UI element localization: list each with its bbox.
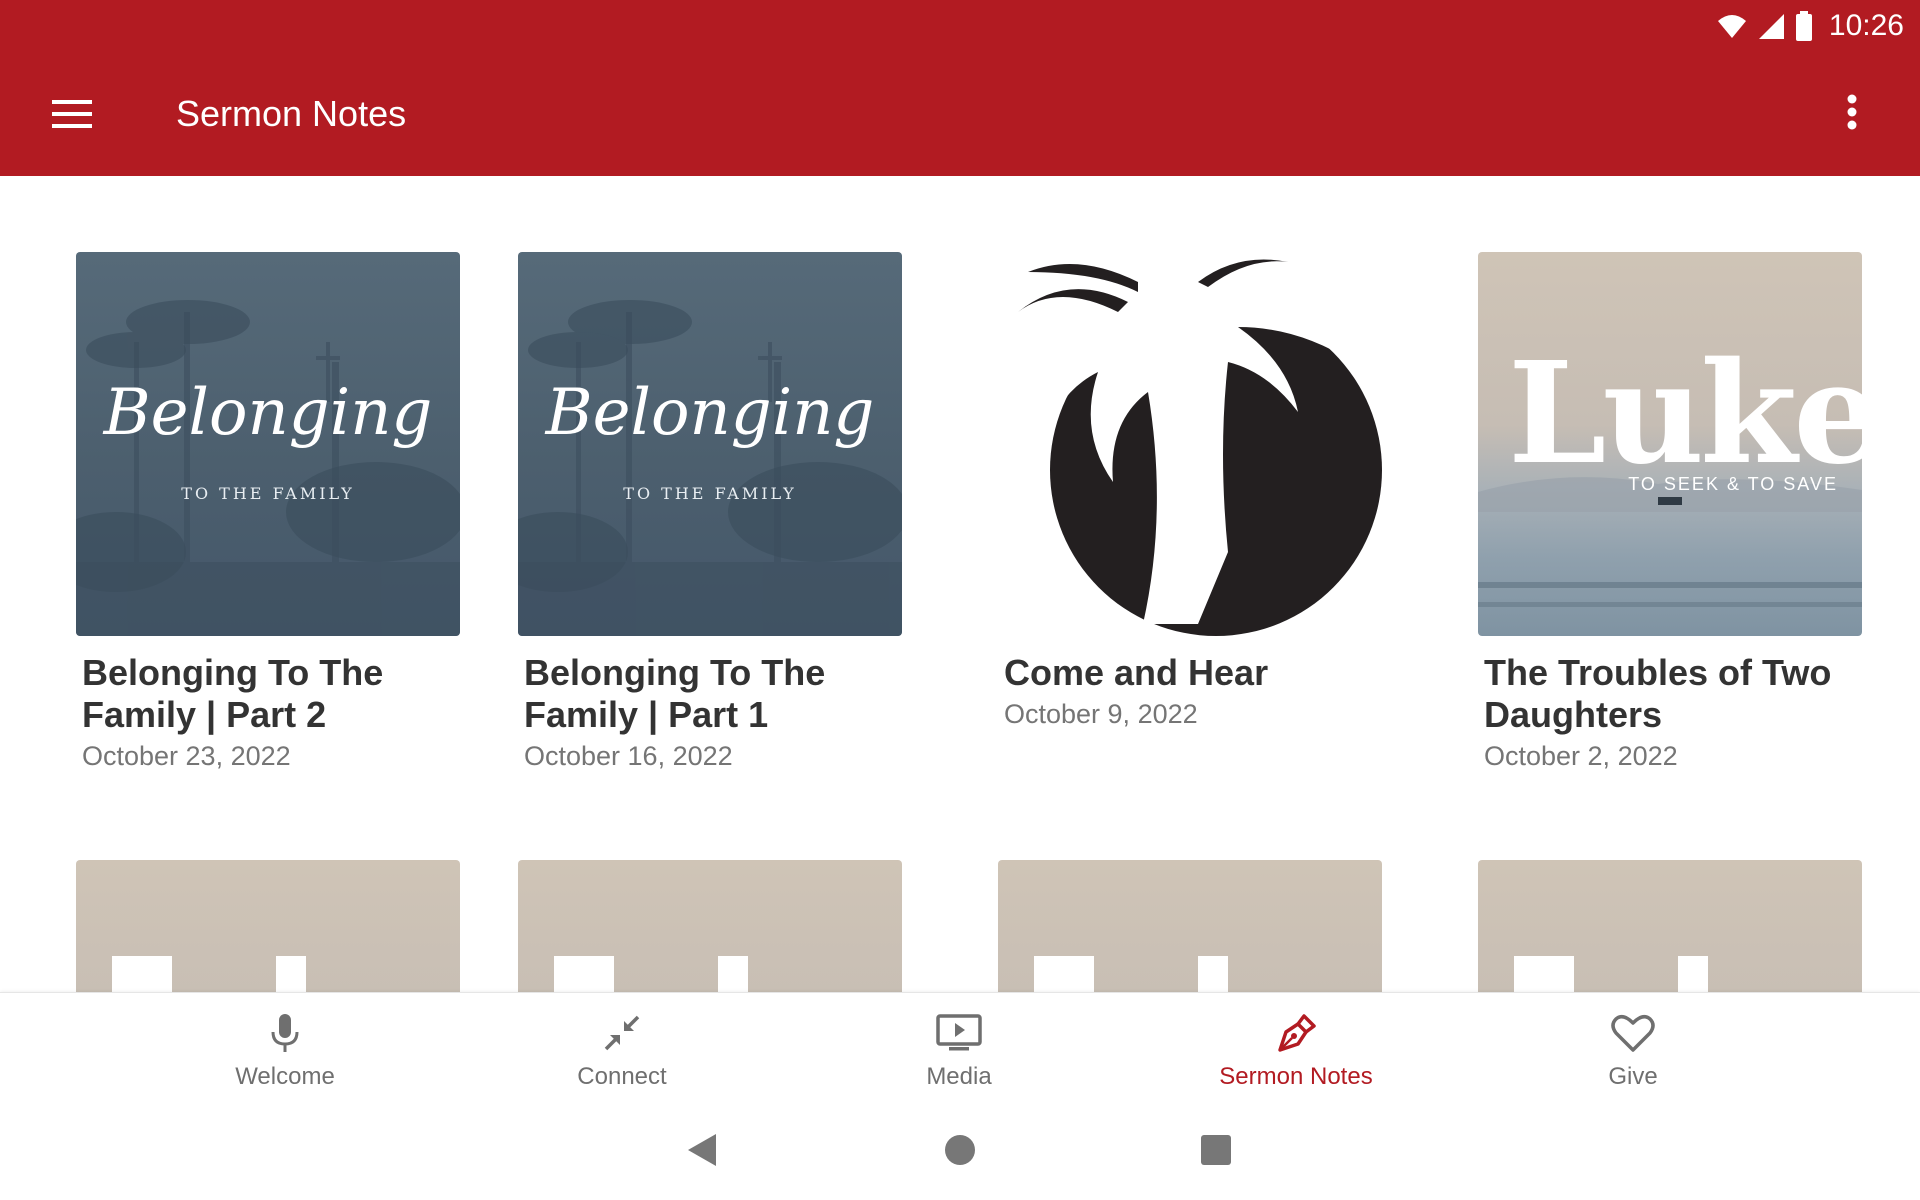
sermon-artwork: Luke TO SEEK & TO SAVE [1478,252,1862,636]
system-navigation-bar [0,1096,1920,1200]
more-vert-icon [1847,94,1857,130]
menu-button[interactable] [40,82,104,146]
sermon-artwork [998,252,1382,636]
nav-item-give[interactable]: Give [1508,993,1758,1097]
sermon-artwork [1478,860,1862,992]
sermon-date: October 23, 2022 [82,741,291,771]
overflow-menu-button[interactable] [1820,88,1884,136]
pen-nib-icon [1272,1011,1320,1055]
artwork-subtitle: TO SEEK & TO SAVE [1628,474,1838,494]
signal-icon [1758,14,1784,39]
home-button[interactable] [936,1126,984,1174]
sermon-date: October 2, 2022 [1484,741,1678,771]
nav-item-connect[interactable]: Connect [497,993,747,1097]
status-bar: 10:26 [1717,6,1904,46]
bottom-navigation: Welcome Connect Media Sermon Notes Give [0,992,1920,1096]
compress-arrows-icon [598,1011,646,1055]
battery-icon [1795,11,1812,41]
nav-item-media[interactable]: Media [834,993,1084,1097]
sermon-title: Belonging To The Family | Part 2 [82,652,384,735]
sermon-title: Belonging To The Family | Part 1 [524,652,826,735]
back-button[interactable] [678,1126,726,1174]
sermon-title: The Troubles of Two Daughters [1484,652,1832,735]
artwork-title: Belonging [545,376,875,450]
heart-icon [1609,1011,1657,1055]
home-circle-icon [945,1135,975,1165]
sermon-artwork [76,860,460,992]
recents-square-icon [1201,1135,1231,1165]
wifi-icon [1717,15,1746,38]
nav-label: Media [926,1063,992,1090]
artwork-subtitle: TO THE FAMILY [181,484,355,503]
microphone-icon [261,1011,309,1055]
sermon-date: October 9, 2022 [1004,699,1198,729]
artwork-title: Belonging [103,376,433,450]
nav-label: Welcome [235,1063,335,1090]
sermon-grid: Belonging TO THE FAMILY Belonging To The… [0,176,1920,992]
sermon-artwork: Belonging TO THE FAMILY [76,252,460,636]
sermon-date: October 16, 2022 [524,741,733,771]
hamburger-menu-icon [52,100,92,128]
sermon-artwork: Belonging TO THE FAMILY [518,252,902,636]
app-bar: 10:26 Sermon Notes [0,0,1920,176]
artwork-subtitle: TO THE FAMILY [623,484,797,503]
nav-item-welcome[interactable]: Welcome [160,993,410,1097]
tv-play-icon [935,1011,983,1055]
sermon-artwork [998,860,1382,992]
page-title: Sermon Notes [176,93,407,134]
back-triangle-icon [688,1134,716,1166]
nav-label: Sermon Notes [1219,1063,1373,1090]
nav-item-sermon-notes[interactable]: Sermon Notes [1171,993,1421,1097]
nav-label: Give [1608,1063,1658,1090]
artwork-title: Luke [1508,332,1862,496]
sermon-artwork [518,860,902,992]
status-time: 10:26 [1828,9,1904,42]
nav-label: Connect [577,1063,667,1090]
recents-button[interactable] [1192,1126,1240,1174]
sermon-title: Come and Hear [1004,652,1269,693]
